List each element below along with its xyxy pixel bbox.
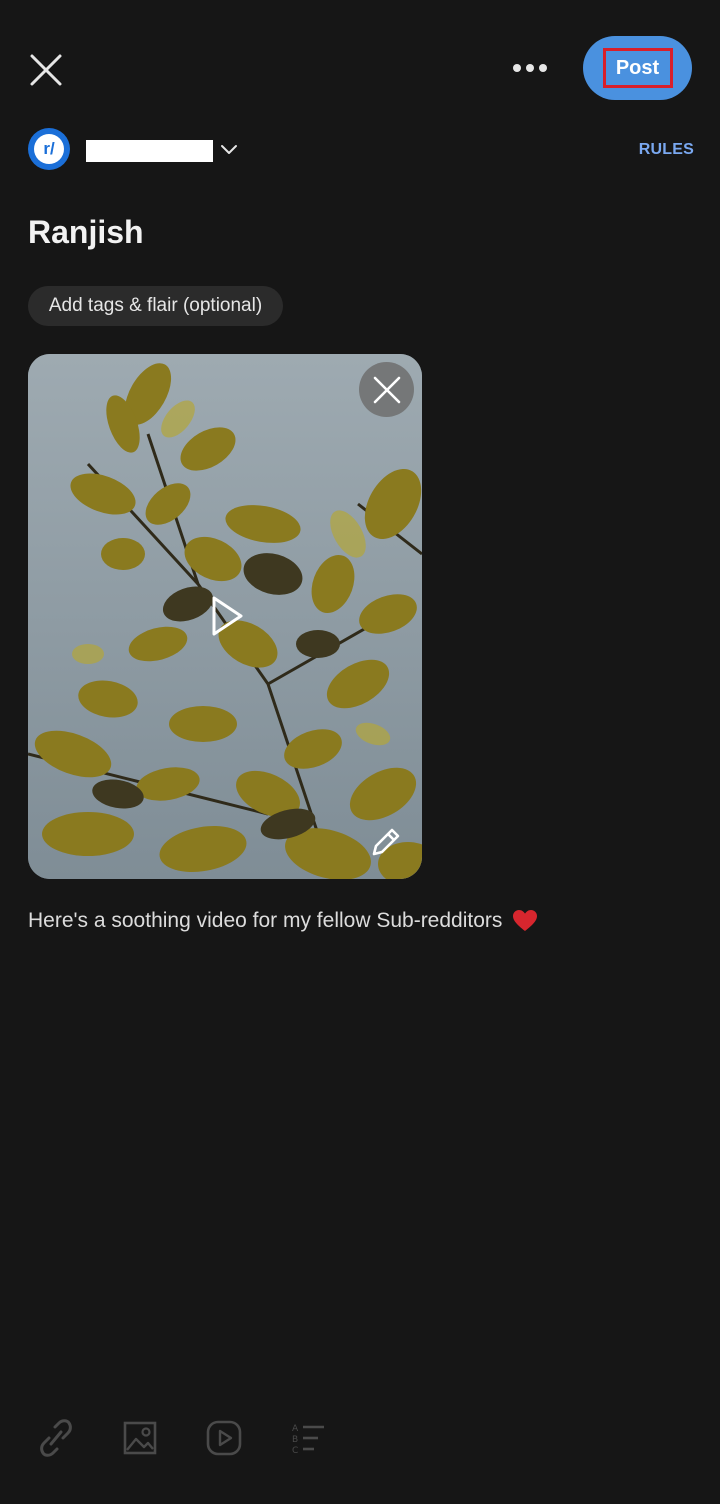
insert-video-button[interactable]	[202, 1416, 246, 1460]
pencil-icon	[372, 828, 400, 856]
community-avatar-inner: r/	[34, 134, 64, 164]
close-icon	[373, 376, 400, 403]
add-tags-flair-button[interactable]: Add tags & flair (optional)	[28, 286, 283, 326]
svg-text:C: C	[292, 1446, 298, 1456]
community-avatar-text: r/	[43, 139, 55, 158]
close-icon	[30, 54, 62, 86]
insert-image-button[interactable]	[118, 1416, 162, 1460]
post-button-label: Post	[615, 56, 660, 79]
edit-media-button[interactable]	[364, 820, 408, 864]
post-body-text[interactable]: Here's a soothing video for my fellow Su…	[28, 909, 538, 933]
add-tags-flair-label: Add tags & flair (optional)	[48, 295, 263, 316]
post-title[interactable]: Ranjish	[28, 214, 144, 251]
remove-media-button[interactable]	[359, 362, 414, 417]
chevron-down-icon	[221, 145, 237, 154]
play-icon	[212, 596, 243, 636]
list-icon: A B C	[292, 1424, 324, 1456]
svg-text:A: A	[292, 1424, 299, 1434]
community-name-redacted[interactable]	[86, 140, 213, 162]
more-options-button[interactable]	[504, 46, 556, 90]
more-horizontal-icon	[513, 64, 547, 72]
post-body-content: Here's a soothing video for my fellow Su…	[28, 909, 503, 932]
video-icon	[206, 1420, 242, 1456]
svg-text:B: B	[292, 1435, 298, 1445]
close-button[interactable]	[20, 44, 72, 96]
post-button[interactable]: Post	[583, 36, 692, 100]
post-button-highlight: Post	[602, 48, 673, 88]
rules-link[interactable]: RULES	[626, 141, 694, 161]
image-icon	[123, 1421, 157, 1455]
link-icon	[40, 1419, 72, 1457]
community-avatar[interactable]: r/	[28, 128, 70, 170]
community-dropdown[interactable]	[218, 140, 240, 160]
play-button[interactable]	[203, 591, 249, 641]
heart-icon	[513, 910, 538, 932]
insert-link-button[interactable]	[34, 1416, 78, 1460]
video-preview[interactable]	[28, 354, 422, 879]
insert-list-button[interactable]: A B C	[286, 1416, 330, 1460]
